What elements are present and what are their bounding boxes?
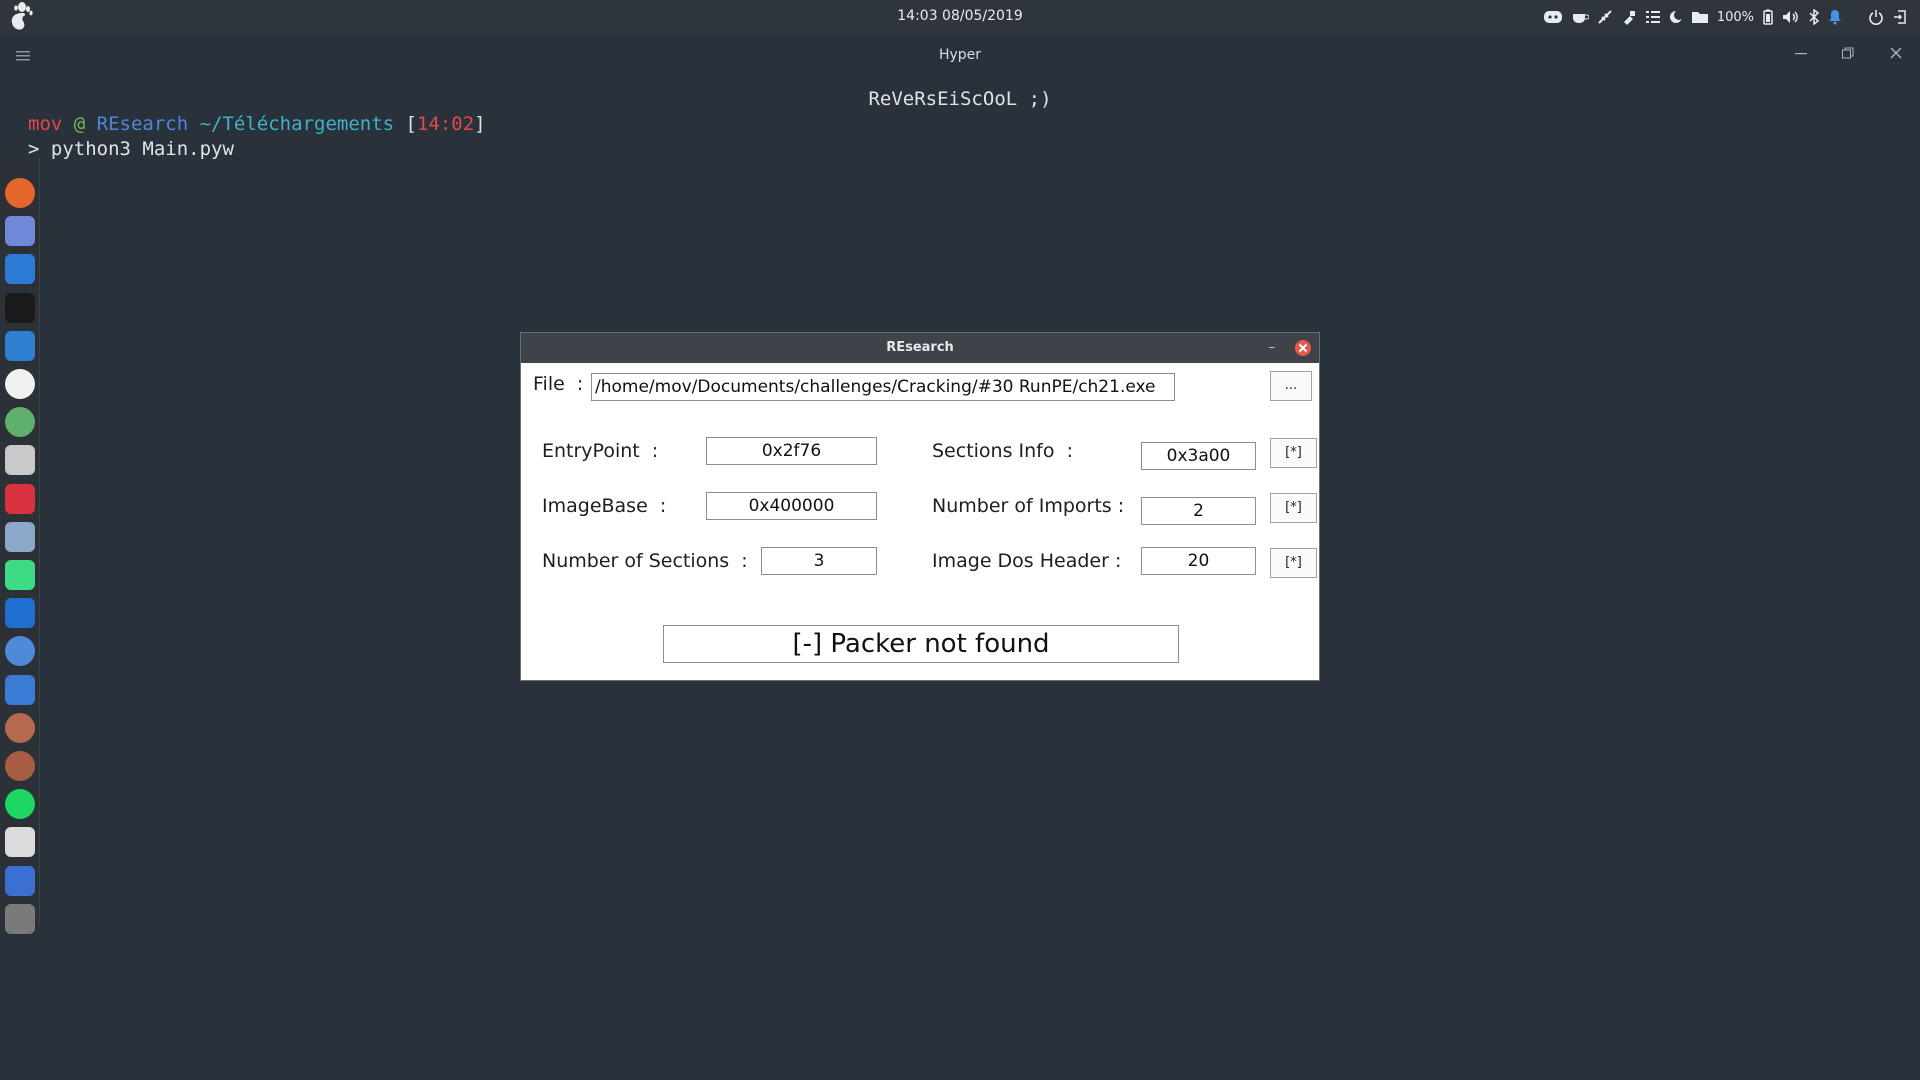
battery-icon[interactable] bbox=[1762, 9, 1774, 25]
termius-icon[interactable] bbox=[5, 483, 35, 514]
writer-icon[interactable] bbox=[5, 865, 35, 896]
volume-icon[interactable] bbox=[1782, 10, 1800, 24]
imports-detail-button[interactable]: [*] bbox=[1270, 493, 1317, 523]
shell-command: python3 Main.pyw bbox=[50, 138, 234, 160]
terminal-icon[interactable] bbox=[5, 292, 35, 323]
prompt-bracket-close: ] bbox=[474, 113, 486, 135]
wireshark-icon[interactable] bbox=[5, 598, 35, 629]
prompt-symbol: > bbox=[28, 138, 51, 160]
avatar-icon[interactable] bbox=[5, 712, 35, 743]
close-icon[interactable] bbox=[1889, 45, 1903, 64]
prompt-bracket-open: [ bbox=[394, 113, 417, 135]
night-light-icon[interactable] bbox=[1669, 10, 1683, 24]
clipboard-icon[interactable] bbox=[1621, 9, 1637, 25]
sections-info-detail-button[interactable]: [*] bbox=[1270, 438, 1317, 468]
bluetooth-icon[interactable] bbox=[1808, 9, 1820, 25]
terminal-banner: ReVeRsEiScOoL ;) bbox=[868, 88, 1052, 110]
prompt-user: mov bbox=[28, 113, 63, 135]
vscode-icon[interactable] bbox=[5, 254, 35, 285]
monitor-icon[interactable] bbox=[5, 330, 35, 361]
logout-icon[interactable] bbox=[1892, 9, 1908, 25]
entrypoint-field[interactable]: 0x2f76 bbox=[706, 437, 877, 465]
packer-status-field: [-] Packer not found bbox=[663, 625, 1179, 663]
prompt-time: 14:02 bbox=[416, 113, 475, 135]
file-path-field[interactable]: /home/mov/Documents/challenges/Cracking/… bbox=[591, 373, 1175, 401]
restore-icon[interactable] bbox=[1841, 45, 1855, 64]
atom-icon[interactable] bbox=[5, 407, 35, 438]
imagebase-field[interactable]: 0x400000 bbox=[706, 492, 877, 520]
calculator-icon[interactable] bbox=[5, 827, 35, 858]
dialog-close-icon[interactable] bbox=[1295, 340, 1311, 356]
dialog-title: REsearch bbox=[886, 340, 954, 355]
sections-info-field[interactable]: 0x3a00 bbox=[1141, 442, 1256, 470]
network-disconnected-icon[interactable] bbox=[1597, 9, 1613, 25]
imagebase-label: ImageBase : bbox=[542, 495, 667, 517]
files-icon[interactable] bbox=[5, 445, 35, 476]
power-icon[interactable] bbox=[1868, 9, 1884, 25]
discord-icon[interactable] bbox=[5, 216, 35, 247]
file-label: File : bbox=[533, 373, 584, 395]
system-tray: 100% bbox=[1543, 7, 1908, 27]
prompt-path: ~/Téléchargements bbox=[188, 113, 395, 135]
obs-icon[interactable] bbox=[5, 369, 35, 399]
imports-count-field[interactable]: 2 bbox=[1141, 497, 1256, 525]
android-studio-icon[interactable] bbox=[5, 560, 35, 590]
folder-icon[interactable] bbox=[1691, 10, 1709, 24]
avatar-icon[interactable] bbox=[5, 751, 35, 781]
kdenlive-icon[interactable] bbox=[5, 674, 35, 705]
research-dialog: REsearch – File : /home/mov/Documents/ch… bbox=[520, 332, 1320, 681]
sections-info-label: Sections Info : bbox=[932, 440, 1073, 462]
prompt-host: REsearch bbox=[96, 113, 189, 135]
terminal-window-title: Hyper bbox=[938, 47, 982, 63]
dos-header-label: Image Dos Header : bbox=[932, 550, 1122, 572]
entrypoint-label: EntryPoint : bbox=[542, 440, 659, 462]
battery-label[interactable]: 100% bbox=[1717, 10, 1754, 25]
imports-count-label: Number of Imports : bbox=[932, 495, 1125, 517]
chromium-icon[interactable] bbox=[5, 636, 35, 667]
minimize-icon[interactable] bbox=[1794, 45, 1808, 64]
spotify-icon[interactable] bbox=[5, 789, 35, 820]
dialog-titlebar[interactable]: REsearch – bbox=[521, 333, 1319, 363]
firefox-icon[interactable] bbox=[5, 178, 35, 208]
discord-tray-icon[interactable] bbox=[1543, 10, 1563, 24]
dialog-minimize-button[interactable]: – bbox=[1269, 333, 1276, 363]
sections-count-label: Number of Sections : bbox=[542, 550, 748, 572]
notification-bell-icon[interactable] bbox=[1828, 9, 1842, 25]
shell-command-line[interactable]: > python3 Main.pyw bbox=[28, 138, 234, 160]
documents-icon[interactable] bbox=[5, 521, 35, 552]
help-icon[interactable] bbox=[5, 903, 35, 934]
dos-header-detail-button[interactable]: [*] bbox=[1270, 548, 1317, 578]
top-panel: 14:03 08/05/2019 100% bbox=[0, 0, 1920, 34]
caffeine-icon[interactable] bbox=[1571, 10, 1589, 24]
dos-header-field[interactable]: 20 bbox=[1141, 547, 1256, 575]
sections-count-field[interactable]: 3 bbox=[761, 547, 877, 575]
browse-button[interactable]: ... bbox=[1270, 371, 1312, 401]
application-dock bbox=[0, 158, 40, 934]
prompt-at: @ bbox=[62, 113, 97, 135]
shell-prompt: mov @ REsearch ~/Téléchargements [14:02] bbox=[28, 113, 486, 135]
list-icon[interactable] bbox=[1645, 10, 1661, 24]
terminal-titlebar: Hyper bbox=[0, 34, 1920, 76]
